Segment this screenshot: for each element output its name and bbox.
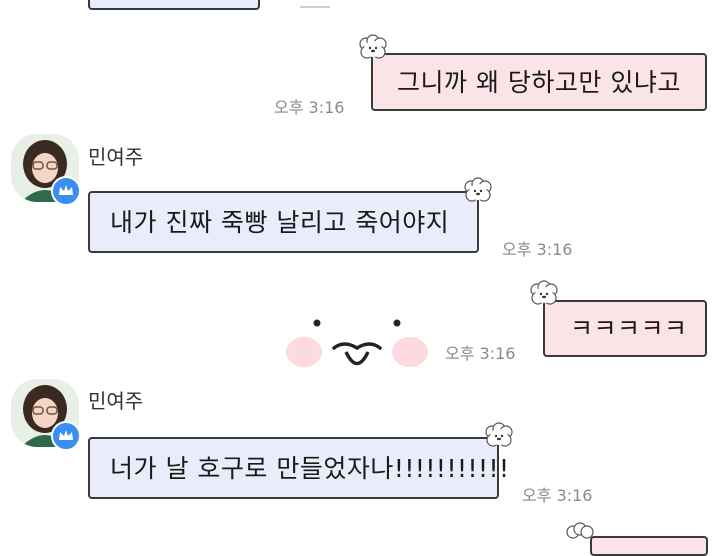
white-bunny-face-sticker (286, 319, 428, 367)
crown-icon (51, 176, 81, 206)
message-bubble-outgoing[interactable]: ㅋㅋㅋㅋㅋ (543, 300, 707, 357)
message-timestamp: 오후 3:16 (522, 486, 593, 505)
sender-name: 민여주 (88, 389, 144, 413)
sheep-icon (485, 422, 513, 447)
sender-name: 민여주 (88, 145, 144, 169)
crown-icon (51, 421, 81, 451)
message-timestamp: 오후 3:16 (274, 98, 345, 117)
message-text: ㅋㅋㅋㅋㅋ (570, 314, 688, 343)
partial-message-bubble-top (88, 0, 260, 10)
sheep-icon (359, 34, 387, 59)
message-timestamp: 오후 3:16 (445, 344, 516, 363)
message-bubble-outgoing[interactable]: 그니까 왜 당하고만 있냐고 (371, 53, 707, 111)
partial-divider-top (300, 6, 330, 8)
message-timestamp: 오후 3:16 (502, 240, 573, 259)
message-text: 그니까 왜 당하고만 있냐고 (397, 67, 681, 97)
partial-message-bubble-bottom (590, 536, 708, 556)
sheep-icon (464, 177, 492, 202)
message-text: 너가 날 호구로 만들었자나!!!!!!!!!!! (110, 453, 510, 483)
message-text: 내가 진짜 죽빵 날리고 죽어야지 (110, 207, 450, 237)
sheep-icon (530, 280, 558, 305)
message-bubble-incoming[interactable]: 내가 진짜 죽빵 날리고 죽어야지 (88, 191, 479, 253)
message-bubble-incoming[interactable]: 너가 날 호구로 만들었자나!!!!!!!!!!! (88, 437, 509, 499)
